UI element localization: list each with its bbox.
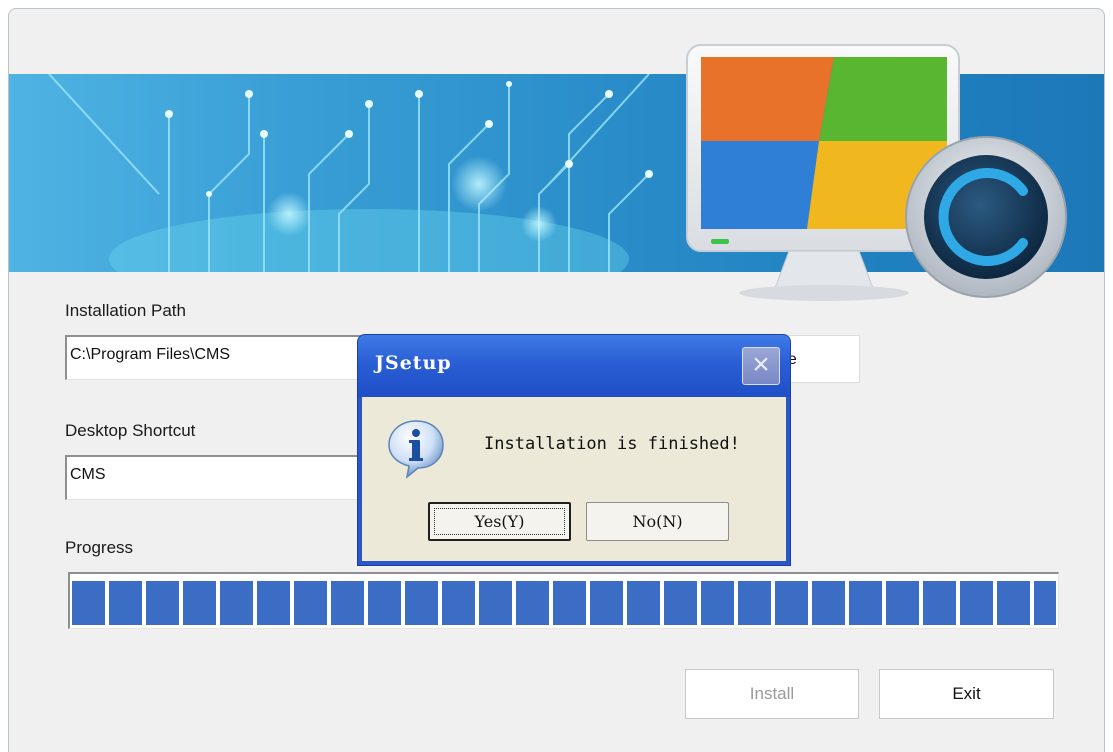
desktop-shortcut-label: Desktop Shortcut <box>65 421 196 440</box>
progress-segment <box>516 581 549 625</box>
progress-segment <box>590 581 623 625</box>
progress-segment <box>368 581 401 625</box>
progress-label: Progress <box>65 538 134 557</box>
dialog-titlebar[interactable]: JSetup × <box>358 335 790 397</box>
progress-segment <box>479 581 512 625</box>
yes-button[interactable]: Yes(Y) <box>428 502 571 541</box>
progress-segment <box>701 581 734 625</box>
desktop-shortcut-input[interactable]: CMS <box>65 455 365 500</box>
yes-button-label: Yes(Y) <box>474 512 525 531</box>
exit-button[interactable]: Exit <box>879 669 1054 719</box>
progress-segment <box>627 581 660 625</box>
installation-path-label: Installation Path <box>65 301 186 320</box>
dialog-body: Installation is finished! Yes(Y) No(N) <box>362 397 786 561</box>
progress-segment <box>405 581 438 625</box>
progress-segment <box>257 581 290 625</box>
progress-segment <box>331 581 364 625</box>
progress-segment <box>72 581 105 625</box>
progress-segment <box>1034 581 1056 625</box>
installation-path-input[interactable]: C:\Program Files\CMS <box>65 335 365 380</box>
progress-segment <box>886 581 919 625</box>
progress-segment <box>960 581 993 625</box>
info-icon <box>388 420 444 479</box>
progress-segment <box>553 581 586 625</box>
no-button[interactable]: No(N) <box>586 502 729 541</box>
progress-segment <box>812 581 845 625</box>
close-icon[interactable]: × <box>742 347 780 385</box>
installer-window: Installation Path C:\Program Files\CMS g… <box>8 8 1105 752</box>
progress-segment <box>775 581 808 625</box>
progress-segment <box>183 581 216 625</box>
progress-fill <box>72 581 1056 625</box>
progress-segment <box>442 581 475 625</box>
progress-segment <box>294 581 327 625</box>
progress-segment <box>997 581 1030 625</box>
progress-segment <box>923 581 956 625</box>
progress-segment <box>849 581 882 625</box>
dialog-title: JSetup <box>375 352 452 374</box>
progress-segment <box>738 581 771 625</box>
install-button[interactable]: Install <box>685 669 859 719</box>
windows-monitor-graphic <box>686 44 1067 301</box>
progress-segment <box>220 581 253 625</box>
progress-segment <box>109 581 142 625</box>
progress-bar <box>68 572 1059 629</box>
progress-segment <box>146 581 179 625</box>
dialog-message: Installation is finished! <box>484 434 740 454</box>
setup-dialog: JSetup × Installation is finished! Yes(Y… <box>357 334 791 566</box>
progress-segment <box>664 581 697 625</box>
